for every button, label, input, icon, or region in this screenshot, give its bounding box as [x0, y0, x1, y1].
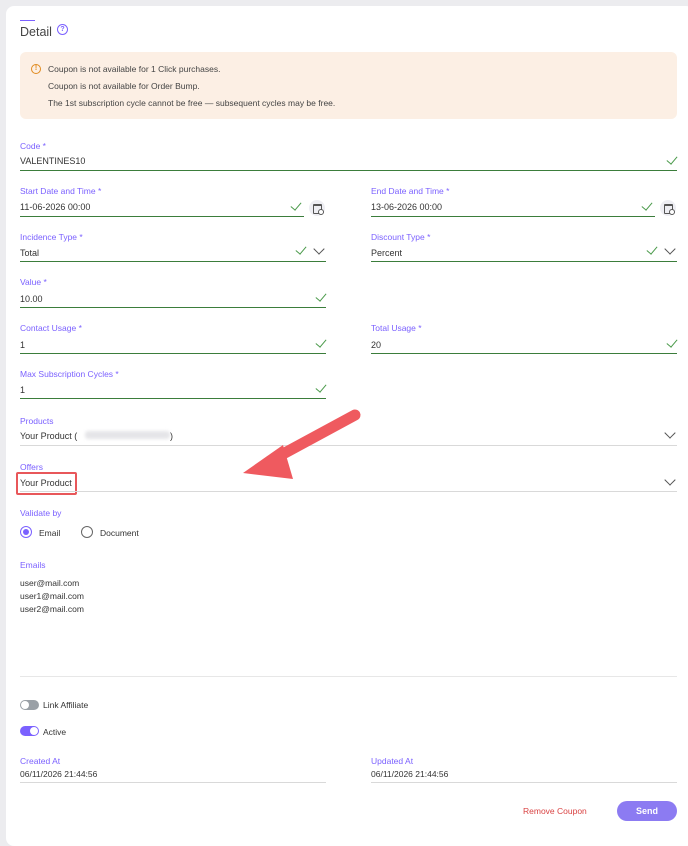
end-date-underline	[371, 216, 655, 217]
incidence-type-select[interactable]: Total	[20, 248, 39, 258]
active-label: Active	[43, 727, 67, 737]
radio-document[interactable]	[81, 526, 93, 538]
radio-document-label: Document	[100, 528, 139, 538]
end-date-input[interactable]: 13-06-2026 00:00	[371, 202, 442, 212]
contact-usage-input[interactable]: 1	[20, 340, 25, 350]
section-title: Detail	[20, 25, 52, 39]
created-at-value: 06/11/2026 21:44:56	[20, 769, 98, 779]
updated-at-label: Updated At	[371, 756, 414, 766]
products-value-prefix: Your Product (	[20, 431, 78, 441]
remove-coupon-button[interactable]: Remove Coupon	[523, 806, 587, 816]
emails-label: Emails	[20, 560, 46, 570]
value-underline	[20, 307, 326, 308]
offers-label: Offers	[20, 462, 43, 472]
code-label: Code *	[20, 141, 46, 151]
incidence-type-underline	[20, 261, 326, 262]
start-date-input[interactable]: 11-06-2026 00:00	[20, 202, 90, 212]
email-item[interactable]: user1@mail.com	[20, 591, 84, 601]
calendar-icon[interactable]	[660, 200, 676, 216]
redacted-product-id	[85, 431, 170, 439]
validate-by-label: Validate by	[20, 508, 62, 518]
total-usage-underline	[371, 353, 677, 354]
contact-usage-label: Contact Usage *	[20, 323, 82, 333]
send-button[interactable]: Send	[617, 801, 677, 821]
products-label: Products	[20, 416, 54, 426]
total-usage-input[interactable]: 20	[371, 340, 381, 350]
calendar-icon[interactable]	[309, 200, 325, 216]
radio-email[interactable]	[20, 526, 32, 538]
max-cycles-input[interactable]: 1	[20, 385, 25, 395]
title-accent	[20, 20, 35, 21]
end-date-label: End Date and Time *	[371, 186, 450, 196]
link-affiliate-label: Link Affiliate	[43, 700, 89, 710]
code-input[interactable]: VALENTINES10	[20, 156, 85, 166]
start-date-underline	[20, 216, 304, 217]
discount-type-label: Discount Type *	[371, 232, 431, 242]
updated-at-value: 06/11/2026 21:44:56	[371, 769, 449, 779]
email-item[interactable]: user@mail.com	[20, 578, 79, 588]
created-at-underline	[20, 782, 326, 783]
help-icon[interactable]: ?	[57, 24, 68, 35]
alert-line: The 1st subscription cycle cannot be fre…	[48, 98, 336, 108]
radio-email-label: Email	[39, 528, 61, 538]
start-date-label: Start Date and Time *	[20, 186, 102, 196]
max-cycles-label: Max Subscription Cycles *	[20, 369, 119, 379]
incidence-type-label: Incidence Type *	[20, 232, 83, 242]
code-underline	[20, 170, 677, 171]
warning-icon: !	[31, 64, 41, 74]
products-value-suffix: )	[170, 431, 173, 441]
active-toggle[interactable]	[20, 726, 39, 736]
discount-type-underline	[371, 261, 677, 262]
alert-line: Coupon is not available for Order Bump.	[48, 81, 200, 91]
created-at-label: Created At	[20, 756, 61, 766]
annotation-arrow-icon	[243, 409, 361, 479]
max-cycles-underline	[20, 398, 326, 399]
value-input[interactable]: 10.00	[20, 294, 43, 304]
offers-underline	[20, 491, 677, 492]
contact-usage-underline	[20, 353, 326, 354]
alert-line: Coupon is not available for 1 Click purc…	[48, 64, 221, 74]
products-select[interactable]: Your Product (	[20, 431, 77, 441]
link-affiliate-toggle[interactable]	[20, 700, 39, 710]
updated-at-underline	[371, 782, 677, 783]
divider	[20, 676, 677, 677]
value-label: Value *	[20, 277, 47, 287]
total-usage-label: Total Usage *	[371, 323, 422, 333]
email-item[interactable]: user2@mail.com	[20, 604, 84, 614]
discount-type-select[interactable]: Percent	[371, 248, 402, 258]
